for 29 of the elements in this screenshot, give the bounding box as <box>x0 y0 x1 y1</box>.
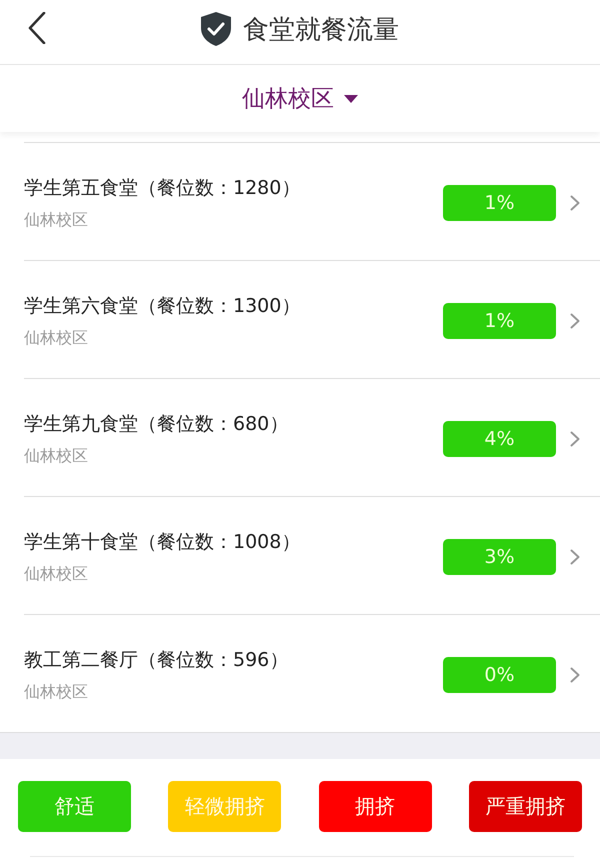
chevron-right-icon[interactable] <box>570 312 580 328</box>
campus-label: 仙林校区 <box>24 680 88 702</box>
legend-item: 严重拥挤 <box>468 781 582 832</box>
legend-item: 拥挤 <box>318 781 432 832</box>
campus-dropdown[interactable]: 仙林校区 <box>236 79 364 118</box>
legend-item: 舒适 <box>18 781 131 832</box>
campus-label: 仙林校区 <box>24 444 88 466</box>
page-title: 食堂就餐流量 <box>243 14 399 46</box>
occupancy-badge: 3% <box>443 538 556 574</box>
legend-item: 轻微拥挤 <box>168 781 282 832</box>
canteen-name[interactable]: 学生第九食堂（餐位数：680） <box>24 410 288 438</box>
caret-down-icon <box>344 94 358 102</box>
campus-label: 仙林校区 <box>24 326 88 348</box>
canteen-name[interactable]: 学生第十食堂（餐位数：1008） <box>24 528 300 556</box>
chevron-right-icon[interactable] <box>570 548 580 564</box>
campus-label: 仙林校区 <box>24 208 88 230</box>
occupancy-badge: 4% <box>443 420 556 456</box>
chevron-right-icon[interactable] <box>570 666 580 682</box>
occupancy-badge: 0% <box>443 656 556 692</box>
occupancy-badge: 1% <box>443 184 556 220</box>
occupancy-badge: 1% <box>443 302 556 338</box>
chevron-left-icon[interactable] <box>28 12 46 44</box>
shield-check-icon <box>201 12 231 46</box>
canteen-name[interactable]: 教工第二餐厅（餐位数：596） <box>24 646 288 674</box>
canteen-name[interactable]: 学生第六食堂（餐位数：1300） <box>24 292 300 320</box>
campus-label: 仙林校区 <box>24 562 88 584</box>
canteen-name[interactable]: 学生第五食堂（餐位数：1280） <box>24 174 300 202</box>
chevron-right-icon[interactable] <box>570 194 580 210</box>
chevron-right-icon[interactable] <box>570 430 580 446</box>
